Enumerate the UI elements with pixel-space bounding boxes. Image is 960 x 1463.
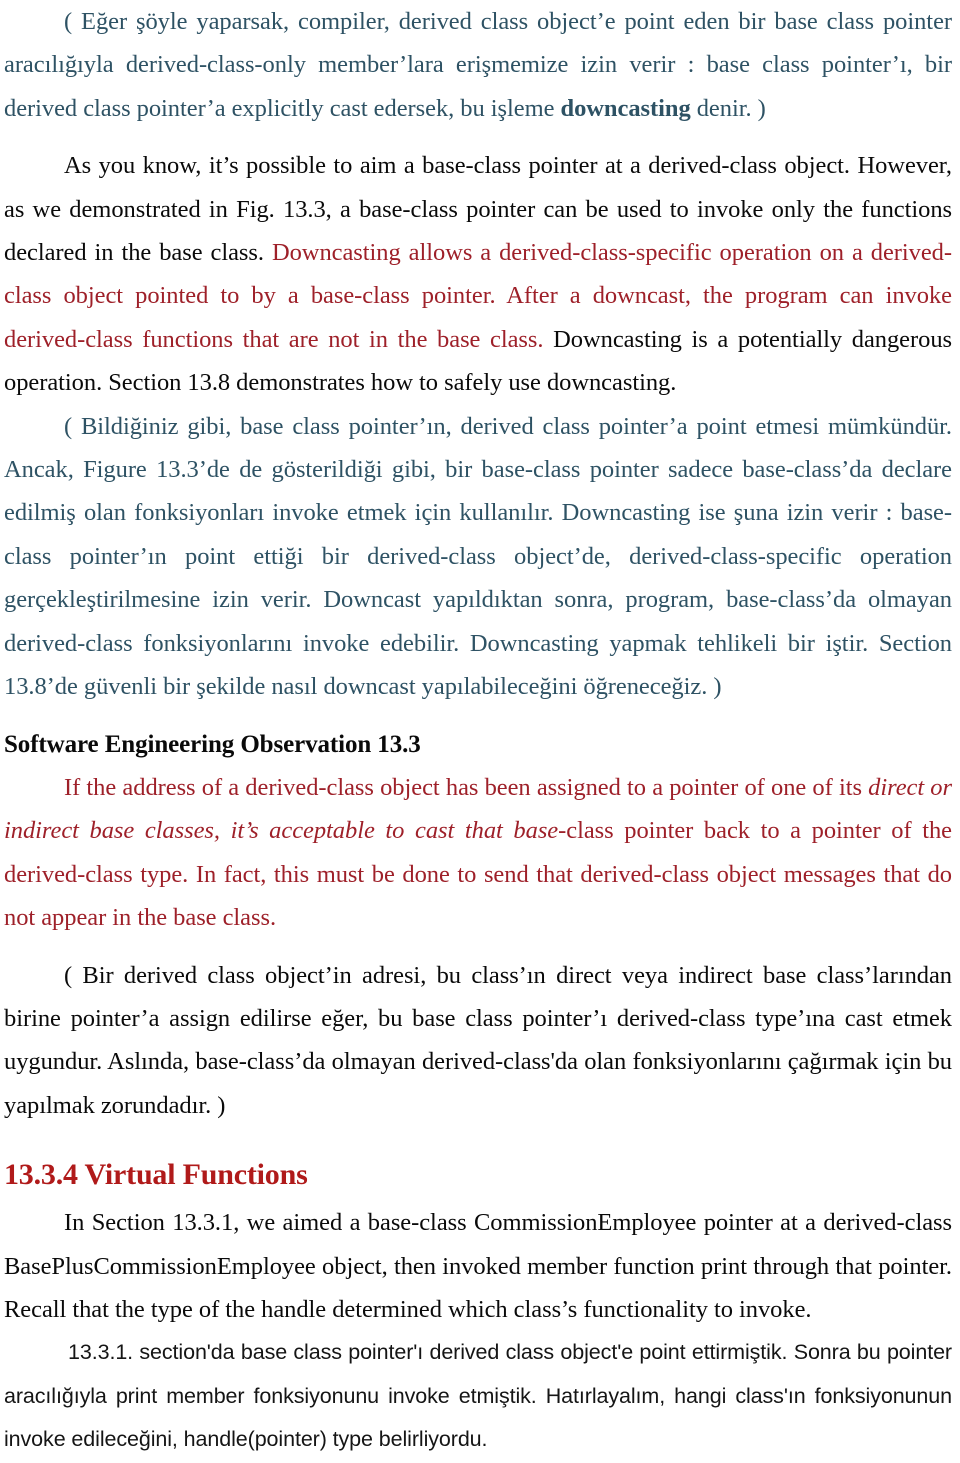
paragraph-1-text-after-bold: denir. )	[690, 94, 766, 122]
paragraph-turkish-virtual-functions-translation: 13.3.1. section'da base class pointer'ı …	[4, 1331, 952, 1461]
paragraph-english-virtual-functions-intro: In Section 13.3.1, we aimed a base-class…	[4, 1201, 952, 1331]
spacer-before-section-heading	[4, 1127, 952, 1149]
spacer-before-observation-heading	[4, 709, 952, 723]
observation-heading: Software Engineering Observation 13.3	[4, 730, 421, 758]
spacer-after-observation-body	[4, 940, 952, 954]
paragraph-1-text-before-bold: ( Eğer şöyle yaparsak, compiler, derived…	[4, 8, 952, 122]
paragraph-english-downcasting-explanation: As you know, it’s possible to aim a base…	[4, 144, 952, 404]
spacer-after-paragraph-1	[4, 130, 952, 144]
paragraph-turkish-observation-translation: ( Bir derived class object’in adresi, bu…	[4, 954, 952, 1128]
paragraph-5-text: ( Bir derived class object’in adresi, bu…	[4, 961, 952, 1119]
paragraph-turkish-downcasting-definition: ( Eğer şöyle yaparsak, compiler, derived…	[4, 0, 952, 130]
paragraph-6-text: In Section 13.3.1, we aimed a base-class…	[4, 1209, 952, 1323]
paragraph-7-text: 13.3.1. section'da base class pointer'ı …	[4, 1340, 952, 1452]
bold-term-downcasting: downcasting	[560, 94, 691, 122]
section-heading-virtual-functions: 13.3.4 Virtual Functions	[4, 1158, 308, 1192]
paragraph-4-upright-segment-1: If the address of a derived-class object…	[64, 773, 869, 801]
paragraph-observation-body: If the address of a derived-class object…	[4, 766, 952, 940]
paragraph-3-text: ( Bildiğiniz gibi, base class pointer’ın…	[4, 412, 952, 701]
document-page: ( Eğer şöyle yaparsak, compiler, derived…	[0, 0, 960, 1463]
paragraph-turkish-downcasting-explanation: ( Bildiğiniz gibi, base class pointer’ın…	[4, 405, 952, 709]
